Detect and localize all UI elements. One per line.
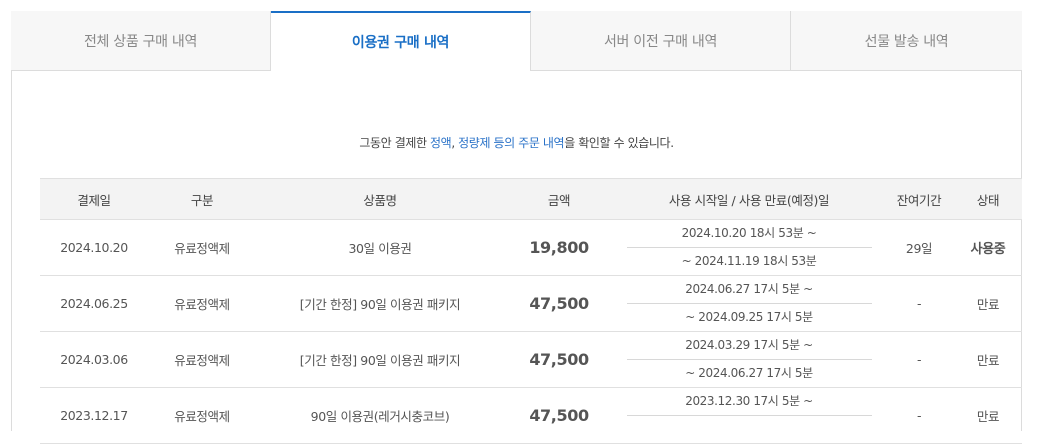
row-amount: 47,500 <box>504 387 614 444</box>
row-amount: 47,500 <box>504 275 614 332</box>
header-remaining: 잔여기간 <box>884 178 954 220</box>
row-amount: 19,800 <box>504 219 614 276</box>
row-status-badge: 만료 <box>954 387 1022 444</box>
row-type: 유료정액제 <box>148 331 256 388</box>
row-product-name: 30일 이용권 <box>256 219 504 276</box>
row-remaining: - <box>884 275 954 332</box>
tab-all-purchases[interactable]: 전체 상품 구매 내역 <box>11 11 271 71</box>
row-status-badge: 만료 <box>954 275 1022 332</box>
table-row: 2023.12.17 유료정액제 90일 이용권(레거시충코브) 47,500 … <box>40 387 1022 444</box>
table-row: 2024.03.06 유료정액제 [기간 한정] 90일 이용권 패키지 47,… <box>40 331 1022 388</box>
notice-highlight-flat: 정액 <box>430 136 452 150</box>
period-start: 2024.06.27 17시 5분 ~ <box>626 276 872 304</box>
table-header-row: 결제일 구분 상품명 금액 사용 시작일 / 사용 만료(예정)일 잔여기간 상… <box>40 178 1022 220</box>
header-payment-date: 결제일 <box>40 178 148 220</box>
row-type: 유료정액제 <box>148 275 256 332</box>
period-end: ~ 2024.06.27 17시 5분 <box>685 366 813 380</box>
tab-pass-purchases[interactable]: 이용권 구매 내역 <box>271 11 531 71</box>
row-usage-period: 2024.06.27 17시 5분 ~ ~ 2024.09.25 17시 5분 <box>614 275 884 332</box>
row-payment-date: 2024.03.06 <box>40 331 148 388</box>
notice-suffix: 을 확인할 수 있습니다. <box>564 136 674 150</box>
row-amount: 47,500 <box>504 331 614 388</box>
tab-server-transfer[interactable]: 서버 이전 구매 내역 <box>531 11 791 71</box>
header-amount: 금액 <box>504 178 614 220</box>
row-payment-date: 2024.10.20 <box>40 219 148 276</box>
header-status: 상태 <box>954 178 1022 220</box>
header-type: 구분 <box>148 178 256 220</box>
row-type: 유료정액제 <box>148 387 256 444</box>
period-end: ~ 2024.11.19 18시 53분 <box>681 254 817 268</box>
row-product-name: [기간 한정] 90일 이용권 패키지 <box>256 275 504 332</box>
row-product-name: [기간 한정] 90일 이용권 패키지 <box>256 331 504 388</box>
row-usage-period: 2024.10.20 18시 53분 ~ ~ 2024.11.19 18시 53분 <box>614 219 884 276</box>
period-end <box>627 416 872 443</box>
period-start: 2023.12.30 17시 5분 ~ <box>626 388 872 416</box>
notice-highlight-orders: 정량제 등의 주문 내역 <box>458 136 565 150</box>
notice-prefix: 그동안 결제한 <box>359 136 431 150</box>
notice-text: 그동안 결제한 정액, 정량제 등의 주문 내역을 확인할 수 있습니다. <box>11 134 1022 151</box>
period-start: 2024.03.29 17시 5분 ~ <box>626 332 872 360</box>
period-end: ~ 2024.09.25 17시 5분 <box>685 310 813 324</box>
row-status-badge: 만료 <box>954 331 1022 388</box>
row-product-name: 90일 이용권(레거시충코브) <box>256 387 504 444</box>
period-start: 2024.10.20 18시 53분 ~ <box>626 220 872 248</box>
row-usage-period: 2023.12.30 17시 5분 ~ <box>614 387 884 444</box>
row-remaining: 29일 <box>884 219 954 276</box>
tab-gift-sent[interactable]: 선물 발송 내역 <box>791 11 1022 71</box>
row-payment-date: 2023.12.17 <box>40 387 148 444</box>
header-usage-period: 사용 시작일 / 사용 만료(예정)일 <box>614 178 884 220</box>
row-remaining: - <box>884 387 954 444</box>
row-remaining: - <box>884 331 954 388</box>
table-row: 2024.06.25 유료정액제 [기간 한정] 90일 이용권 패키지 47,… <box>40 275 1022 332</box>
order-history-table: 결제일 구분 상품명 금액 사용 시작일 / 사용 만료(예정)일 잔여기간 상… <box>40 178 1022 444</box>
row-status-badge: 사용중 <box>954 219 1022 276</box>
row-usage-period: 2024.03.29 17시 5분 ~ ~ 2024.06.27 17시 5분 <box>614 331 884 388</box>
header-product-name: 상품명 <box>256 178 504 220</box>
tab-bar: 전체 상품 구매 내역 이용권 구매 내역 서버 이전 구매 내역 선물 발송 … <box>11 11 1022 71</box>
row-payment-date: 2024.06.25 <box>40 275 148 332</box>
table-row: 2024.10.20 유료정액제 30일 이용권 19,800 2024.10.… <box>40 219 1022 276</box>
row-type: 유료정액제 <box>148 219 256 276</box>
